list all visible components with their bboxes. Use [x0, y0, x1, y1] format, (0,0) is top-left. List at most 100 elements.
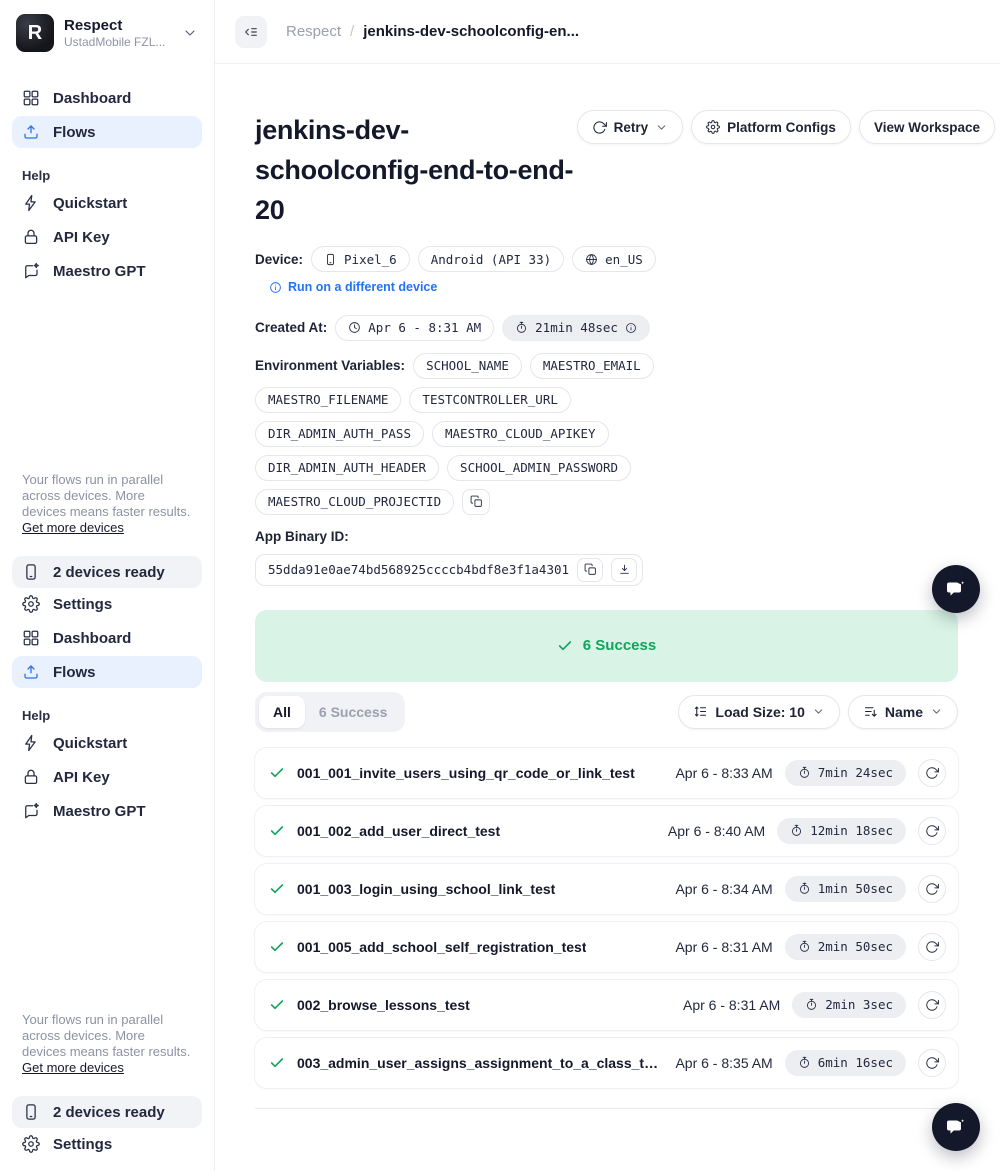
env-var-chip: DIR_ADMIN_AUTH_PASS	[255, 421, 424, 447]
retry-test-button[interactable]	[918, 817, 946, 845]
view-workspace-button[interactable]: View Workspace	[859, 110, 995, 144]
page-title: jenkins-dev-schoolconfig-end-to-end-20	[255, 110, 577, 230]
env-var-chip: SCHOOL_ADMIN_PASSWORD	[447, 455, 631, 481]
sidebar-item-maestro-gpt[interactable]: Maestro GPT	[12, 795, 202, 827]
load-size-dropdown[interactable]: Load Size: 10	[678, 695, 839, 729]
sidebar-item-dashboard[interactable]: Dashboard	[12, 82, 202, 114]
retry-test-button[interactable]	[918, 933, 946, 961]
platform-configs-button[interactable]: Platform Configs	[691, 110, 851, 144]
results-toolbar: All 6 Success Load Size: 10 Name	[255, 692, 958, 732]
get-more-devices-link[interactable]: Get more devices	[22, 1060, 124, 1075]
check-icon	[269, 881, 285, 897]
test-name: 001_001_invite_users_using_qr_code_or_li…	[297, 765, 635, 781]
breadcrumb-separator: /	[350, 23, 354, 40]
stopwatch-icon	[798, 940, 811, 953]
devices-ready-item[interactable]: 2 devices ready	[12, 556, 202, 588]
breadcrumb-project[interactable]: Respect	[286, 23, 341, 40]
sidebar-item-quickstart[interactable]: Quickstart	[12, 727, 202, 759]
test-name: 003_admin_user_assigns_assignment_to_a_c…	[297, 1055, 663, 1071]
test-start-time: Apr 6 - 8:33 AM	[675, 765, 772, 781]
env-var-chip: MAESTRO_EMAIL	[530, 353, 654, 379]
retry-test-button[interactable]	[918, 875, 946, 903]
copy-binary-id-button[interactable]	[577, 558, 603, 582]
device-locale-chip: en_US	[572, 246, 656, 272]
device-os: Android (API 33)	[431, 252, 551, 267]
test-name: 001_005_add_school_self_registration_tes…	[297, 939, 586, 955]
created-at-row: Created At: Apr 6 - 8:31 AM 21min 48sec	[255, 315, 958, 341]
workspace-name: Respect	[64, 17, 165, 35]
sidebar-item-flows[interactable]: Flows	[12, 116, 202, 148]
sort-dropdown[interactable]: Name	[848, 695, 958, 729]
assistant-fab-bottom[interactable]	[932, 1103, 980, 1151]
toolbar-right: Load Size: 10 Name	[678, 695, 958, 729]
env-var-chip: SCHOOL_NAME	[413, 353, 522, 379]
device-name-chip: Pixel_6	[311, 246, 410, 272]
copy-env-vars-button[interactable]	[462, 489, 490, 515]
test-duration-value: 12min 18sec	[810, 823, 893, 838]
tab-success[interactable]: 6 Success	[305, 696, 402, 728]
test-result-row[interactable]: 003_admin_user_assigns_assignment_to_a_c…	[255, 1038, 958, 1088]
retry-button[interactable]: Retry	[577, 110, 684, 144]
test-start-time: Apr 6 - 8:40 AM	[668, 823, 765, 839]
chevron-down-icon	[812, 705, 825, 718]
filter-tabs: All 6 Success	[255, 692, 405, 732]
sidebar-item-label: Quickstart	[53, 735, 127, 752]
env-label: Environment Variables:	[255, 358, 405, 373]
assistant-fab-top[interactable]	[932, 565, 980, 613]
info-icon[interactable]	[625, 322, 637, 334]
created-at-chip: Apr 6 - 8:31 AM	[335, 315, 494, 341]
created-at-value: Apr 6 - 8:31 AM	[368, 320, 481, 335]
globe-icon	[585, 253, 598, 266]
sidebar-item-maestro-gpt[interactable]: Maestro GPT	[12, 255, 202, 287]
check-icon	[269, 997, 285, 1013]
test-result-row[interactable]: 001_001_invite_users_using_qr_code_or_li…	[255, 748, 958, 798]
devices-ready-item[interactable]: 2 devices ready	[12, 1096, 202, 1128]
retry-label: Retry	[614, 120, 649, 135]
sidebar-item-label: Maestro GPT	[53, 803, 146, 820]
sidebar-nav-primary-2: Dashboard Flows	[12, 622, 202, 688]
sidebar-item-quickstart[interactable]: Quickstart	[12, 187, 202, 219]
sidebar-item-api-key[interactable]: API Key	[12, 221, 202, 253]
test-result-row[interactable]: 001_005_add_school_self_registration_tes…	[255, 922, 958, 972]
test-duration-value: 7min 24sec	[818, 765, 893, 780]
dashboard-icon	[22, 89, 40, 107]
sidebar-item-settings[interactable]: Settings	[12, 588, 202, 620]
retry-icon	[925, 998, 939, 1012]
retry-test-button[interactable]	[918, 759, 946, 787]
collapse-sidebar-button[interactable]	[235, 16, 267, 48]
sidebar-item-settings[interactable]: Settings	[12, 1128, 202, 1160]
retry-test-button[interactable]	[918, 991, 946, 1019]
sidebar-item-flows[interactable]: Flows	[12, 656, 202, 688]
test-result-row[interactable]: 001_002_add_user_direct_test Apr 6 - 8:4…	[255, 806, 958, 856]
header-row: jenkins-dev-schoolconfig-end-to-end-20 R…	[255, 110, 958, 230]
test-name: 002_browse_lessons_test	[297, 997, 470, 1013]
stopwatch-icon	[798, 882, 811, 895]
env-var-chip: MAESTRO_FILENAME	[255, 387, 401, 413]
test-duration-badge: 7min 24sec	[785, 760, 906, 786]
devices-promo-text: Your flows run in parallel across device…	[22, 472, 192, 536]
run-different-device-link[interactable]: Run on a different device	[269, 280, 437, 294]
download-binary-button[interactable]	[611, 558, 637, 582]
test-result-row[interactable]: 002_browse_lessons_test Apr 6 - 8:31 AM …	[255, 980, 958, 1030]
test-name: 001_002_add_user_direct_test	[297, 823, 500, 839]
retry-test-button[interactable]	[918, 1049, 946, 1077]
sidebar-item-label: Settings	[53, 1136, 112, 1153]
chevron-down-icon	[930, 705, 943, 718]
workspace-switcher[interactable]: R Respect UstadMobile FZL...	[12, 14, 202, 52]
stopwatch-icon	[790, 824, 803, 837]
sidebar-item-dashboard[interactable]: Dashboard	[12, 622, 202, 654]
total-duration-value: 21min 48sec	[535, 320, 618, 335]
tab-all[interactable]: All	[259, 696, 305, 728]
get-more-devices-link[interactable]: Get more devices	[22, 520, 124, 535]
stopwatch-icon	[515, 321, 528, 334]
retry-icon	[925, 940, 939, 954]
workspace-logo: R	[16, 14, 54, 52]
test-result-row[interactable]: 001_003_login_using_school_link_test Apr…	[255, 864, 958, 914]
test-results-list: 001_001_invite_users_using_qr_code_or_li…	[255, 748, 958, 1088]
load-size-label: Load Size: 10	[715, 704, 804, 720]
help-section-label: Help	[22, 168, 192, 183]
copy-icon	[470, 495, 483, 508]
run-different-device-label: Run on a different device	[288, 280, 437, 294]
sidebar-item-api-key[interactable]: API Key	[12, 761, 202, 793]
view-workspace-label: View Workspace	[874, 120, 980, 135]
